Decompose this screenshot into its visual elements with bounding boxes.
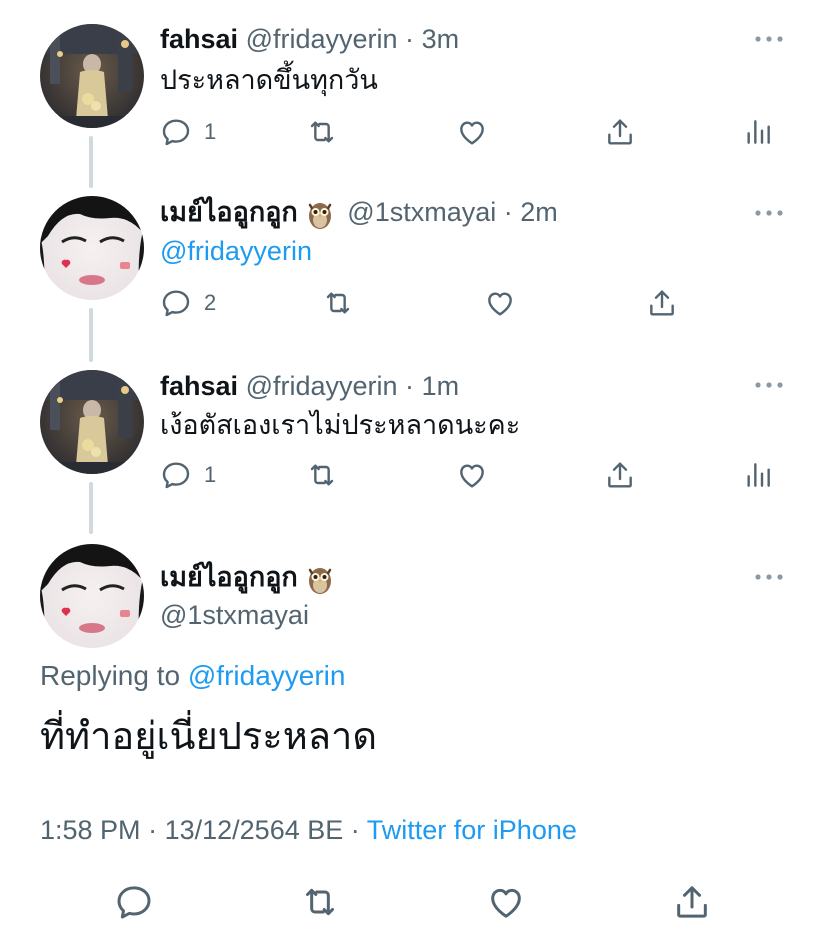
reply-icon [160, 287, 192, 319]
user-handle[interactable]: @1stxmayai [160, 598, 309, 632]
like-button[interactable] [486, 880, 526, 924]
user-handle[interactable]: @fridayyerin [246, 24, 398, 54]
reply-button[interactable]: 2 [160, 283, 216, 323]
tweet[interactable]: เมย์ไออูกอูก @1stxmayai · 2m @fridayyeri… [0, 176, 828, 348]
reply-count: 1 [204, 119, 217, 144]
post-date[interactable]: 13/12/2564 BE [165, 815, 344, 845]
retweet-button[interactable] [306, 455, 338, 495]
reply-button[interactable]: 1 [160, 455, 216, 495]
main-action-bar [0, 880, 828, 924]
reply-button[interactable] [114, 880, 154, 924]
separator: · [148, 815, 158, 845]
like-icon [484, 287, 516, 319]
separator: · [350, 815, 360, 845]
retweet-icon [300, 882, 340, 922]
reply-icon [160, 459, 192, 491]
like-button[interactable] [484, 283, 516, 323]
reply-count: 2 [204, 290, 217, 315]
reply-icon [114, 882, 154, 922]
analytics-button[interactable] [742, 455, 774, 495]
timestamp[interactable]: 3m [422, 24, 460, 54]
analytics-icon [742, 116, 774, 148]
separator: · [405, 24, 415, 54]
like-button[interactable] [456, 112, 488, 152]
retweet-icon [306, 459, 338, 491]
tweet[interactable]: fahsai @fridayyerin · 3m ประหลาดขึ้นทุกว… [0, 0, 828, 176]
action-bar: 1 [160, 112, 780, 152]
timestamp[interactable]: 2m [520, 197, 558, 227]
action-bar: 2 [160, 283, 690, 323]
share-icon [604, 116, 636, 148]
avatar[interactable] [40, 544, 144, 648]
reply-button[interactable]: 1 [160, 112, 216, 152]
mention-link[interactable]: @fridayyerin [188, 660, 346, 691]
retweet-button[interactable] [322, 283, 354, 323]
separator: · [503, 197, 513, 227]
retweet-button[interactable] [306, 112, 338, 152]
retweet-button[interactable] [300, 880, 340, 924]
reply-icon [160, 116, 192, 148]
reply-count: 1 [204, 462, 217, 487]
post-time[interactable]: 1:58 PM [40, 815, 141, 845]
action-bar: 1 [160, 455, 780, 495]
timestamp[interactable]: 1m [422, 371, 460, 401]
main-tweet-text: ที่ทำอยู่เนี่ยประหลาด [40, 716, 378, 758]
share-button[interactable] [672, 880, 712, 924]
replying-to: Replying to @fridayyerin [40, 660, 345, 692]
tweet-text: เง้อตัสเองเราไม่ประหลาดนะคะ [160, 410, 521, 440]
user-handle[interactable]: @fridayyerin [246, 371, 398, 401]
display-name[interactable]: เมย์ไออูกอูก [160, 197, 298, 227]
retweet-icon [322, 287, 354, 319]
like-icon [486, 882, 526, 922]
share-button[interactable] [604, 455, 636, 495]
more-icon[interactable] [754, 572, 784, 582]
owl-emoji-icon [304, 563, 336, 595]
analytics-icon [742, 459, 774, 491]
replying-label: Replying to [40, 660, 181, 691]
tweet-metadata: 1:58 PM · 13/12/2564 BE · Twitter for iP… [40, 815, 577, 846]
avatar[interactable] [40, 196, 144, 300]
analytics-button[interactable] [742, 112, 774, 152]
share-icon [672, 882, 712, 922]
owl-emoji-icon [304, 198, 336, 230]
share-icon [604, 459, 636, 491]
retweet-icon [306, 116, 338, 148]
mention-link[interactable]: @fridayyerin [160, 234, 312, 268]
avatar[interactable] [40, 24, 144, 128]
more-icon[interactable] [754, 34, 784, 44]
display-name[interactable]: เมย์ไออูกอูก [160, 562, 298, 592]
share-button[interactable] [604, 112, 636, 152]
display-name[interactable]: fahsai [160, 24, 238, 54]
share-icon [646, 287, 678, 319]
like-button[interactable] [456, 455, 488, 495]
more-icon[interactable] [754, 208, 784, 218]
more-icon[interactable] [754, 380, 784, 390]
tweet-text: ประหลาดขึ้นทุกวัน [160, 65, 378, 95]
like-icon [456, 116, 488, 148]
separator: · [405, 371, 415, 401]
display-name[interactable]: fahsai [160, 371, 238, 401]
source-link[interactable]: Twitter for iPhone [367, 815, 577, 845]
tweet[interactable]: fahsai @fridayyerin · 1m เง้อตัสเองเราไม… [0, 348, 828, 522]
like-icon [456, 459, 488, 491]
avatar[interactable] [40, 370, 144, 474]
share-button[interactable] [646, 283, 678, 323]
user-handle[interactable]: @1stxmayai [347, 197, 496, 227]
